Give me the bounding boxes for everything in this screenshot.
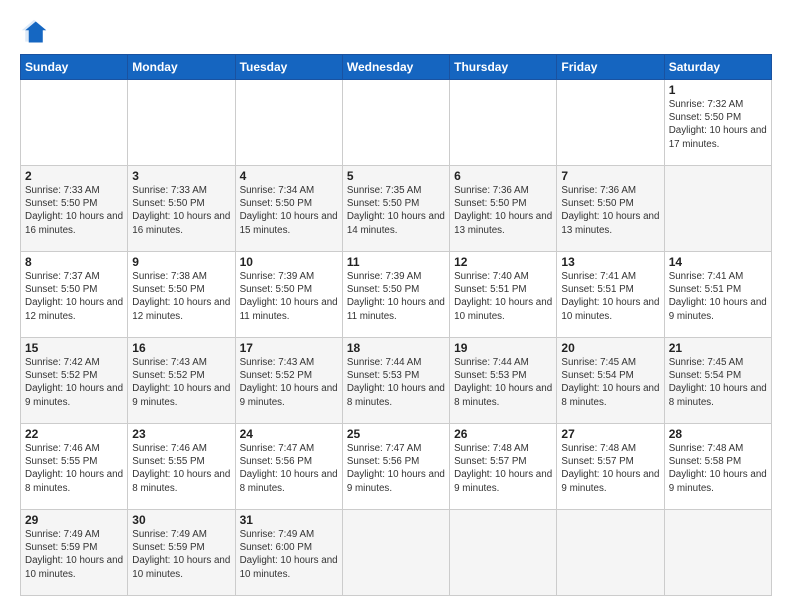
empty-cell (21, 80, 128, 166)
calendar-cell (664, 166, 771, 252)
calendar-header-saturday: Saturday (664, 55, 771, 80)
calendar-cell: 19Sunrise: 7:44 AMSunset: 5:53 PMDayligh… (450, 338, 557, 424)
calendar-header-sunday: Sunday (21, 55, 128, 80)
calendar-cell: 22Sunrise: 7:46 AMSunset: 5:55 PMDayligh… (21, 424, 128, 510)
calendar-cell: 28Sunrise: 7:48 AMSunset: 5:58 PMDayligh… (664, 424, 771, 510)
calendar-cell: 29Sunrise: 7:49 AMSunset: 5:59 PMDayligh… (21, 510, 128, 596)
calendar-header-monday: Monday (128, 55, 235, 80)
calendar-header-row: SundayMondayTuesdayWednesdayThursdayFrid… (21, 55, 772, 80)
header (20, 18, 772, 46)
calendar-cell: 7Sunrise: 7:36 AMSunset: 5:50 PMDaylight… (557, 166, 664, 252)
calendar-cell: 14Sunrise: 7:41 AMSunset: 5:51 PMDayligh… (664, 252, 771, 338)
empty-cell (128, 80, 235, 166)
empty-cell (342, 80, 449, 166)
calendar-week-5: 22Sunrise: 7:46 AMSunset: 5:55 PMDayligh… (21, 424, 772, 510)
calendar-week-4: 15Sunrise: 7:42 AMSunset: 5:52 PMDayligh… (21, 338, 772, 424)
empty-cell (557, 80, 664, 166)
calendar-cell: 21Sunrise: 7:45 AMSunset: 5:54 PMDayligh… (664, 338, 771, 424)
calendar-header-wednesday: Wednesday (342, 55, 449, 80)
logo-icon (20, 18, 48, 46)
calendar-cell: 17Sunrise: 7:43 AMSunset: 5:52 PMDayligh… (235, 338, 342, 424)
calendar-cell: 3Sunrise: 7:33 AMSunset: 5:50 PMDaylight… (128, 166, 235, 252)
calendar-cell: 18Sunrise: 7:44 AMSunset: 5:53 PMDayligh… (342, 338, 449, 424)
calendar-cell: 26Sunrise: 7:48 AMSunset: 5:57 PMDayligh… (450, 424, 557, 510)
calendar-cell: 8Sunrise: 7:37 AMSunset: 5:50 PMDaylight… (21, 252, 128, 338)
calendar-week-2: 2Sunrise: 7:33 AMSunset: 5:50 PMDaylight… (21, 166, 772, 252)
calendar-cell: 20Sunrise: 7:45 AMSunset: 5:54 PMDayligh… (557, 338, 664, 424)
calendar-cell: 2Sunrise: 7:33 AMSunset: 5:50 PMDaylight… (21, 166, 128, 252)
calendar-cell: 23Sunrise: 7:46 AMSunset: 5:55 PMDayligh… (128, 424, 235, 510)
calendar-cell: 5Sunrise: 7:35 AMSunset: 5:50 PMDaylight… (342, 166, 449, 252)
calendar-cell: 6Sunrise: 7:36 AMSunset: 5:50 PMDaylight… (450, 166, 557, 252)
calendar-week-6: 29Sunrise: 7:49 AMSunset: 5:59 PMDayligh… (21, 510, 772, 596)
logo (20, 18, 52, 46)
calendar-cell: 9Sunrise: 7:38 AMSunset: 5:50 PMDaylight… (128, 252, 235, 338)
calendar-body: 1Sunrise: 7:32 AMSunset: 5:50 PMDaylight… (21, 80, 772, 596)
page: SundayMondayTuesdayWednesdayThursdayFrid… (0, 0, 792, 612)
calendar-cell (664, 510, 771, 596)
calendar-cell: 11Sunrise: 7:39 AMSunset: 5:50 PMDayligh… (342, 252, 449, 338)
calendar-week-1: 1Sunrise: 7:32 AMSunset: 5:50 PMDaylight… (21, 80, 772, 166)
empty-cell (450, 80, 557, 166)
calendar-header-friday: Friday (557, 55, 664, 80)
calendar-cell: 12Sunrise: 7:40 AMSunset: 5:51 PMDayligh… (450, 252, 557, 338)
calendar-cell: 4Sunrise: 7:34 AMSunset: 5:50 PMDaylight… (235, 166, 342, 252)
calendar-header-tuesday: Tuesday (235, 55, 342, 80)
calendar-header-thursday: Thursday (450, 55, 557, 80)
calendar-cell (342, 510, 449, 596)
calendar-week-3: 8Sunrise: 7:37 AMSunset: 5:50 PMDaylight… (21, 252, 772, 338)
calendar-cell: 10Sunrise: 7:39 AMSunset: 5:50 PMDayligh… (235, 252, 342, 338)
calendar-cell (450, 510, 557, 596)
calendar-cell: 30Sunrise: 7:49 AMSunset: 5:59 PMDayligh… (128, 510, 235, 596)
calendar-cell: 25Sunrise: 7:47 AMSunset: 5:56 PMDayligh… (342, 424, 449, 510)
calendar: SundayMondayTuesdayWednesdayThursdayFrid… (20, 54, 772, 596)
calendar-cell (557, 510, 664, 596)
calendar-cell: 27Sunrise: 7:48 AMSunset: 5:57 PMDayligh… (557, 424, 664, 510)
calendar-cell: 24Sunrise: 7:47 AMSunset: 5:56 PMDayligh… (235, 424, 342, 510)
calendar-cell-day-1: 1Sunrise: 7:32 AMSunset: 5:50 PMDaylight… (664, 80, 771, 166)
empty-cell (235, 80, 342, 166)
calendar-cell: 16Sunrise: 7:43 AMSunset: 5:52 PMDayligh… (128, 338, 235, 424)
calendar-cell: 31Sunrise: 7:49 AMSunset: 6:00 PMDayligh… (235, 510, 342, 596)
calendar-cell: 13Sunrise: 7:41 AMSunset: 5:51 PMDayligh… (557, 252, 664, 338)
calendar-cell: 15Sunrise: 7:42 AMSunset: 5:52 PMDayligh… (21, 338, 128, 424)
